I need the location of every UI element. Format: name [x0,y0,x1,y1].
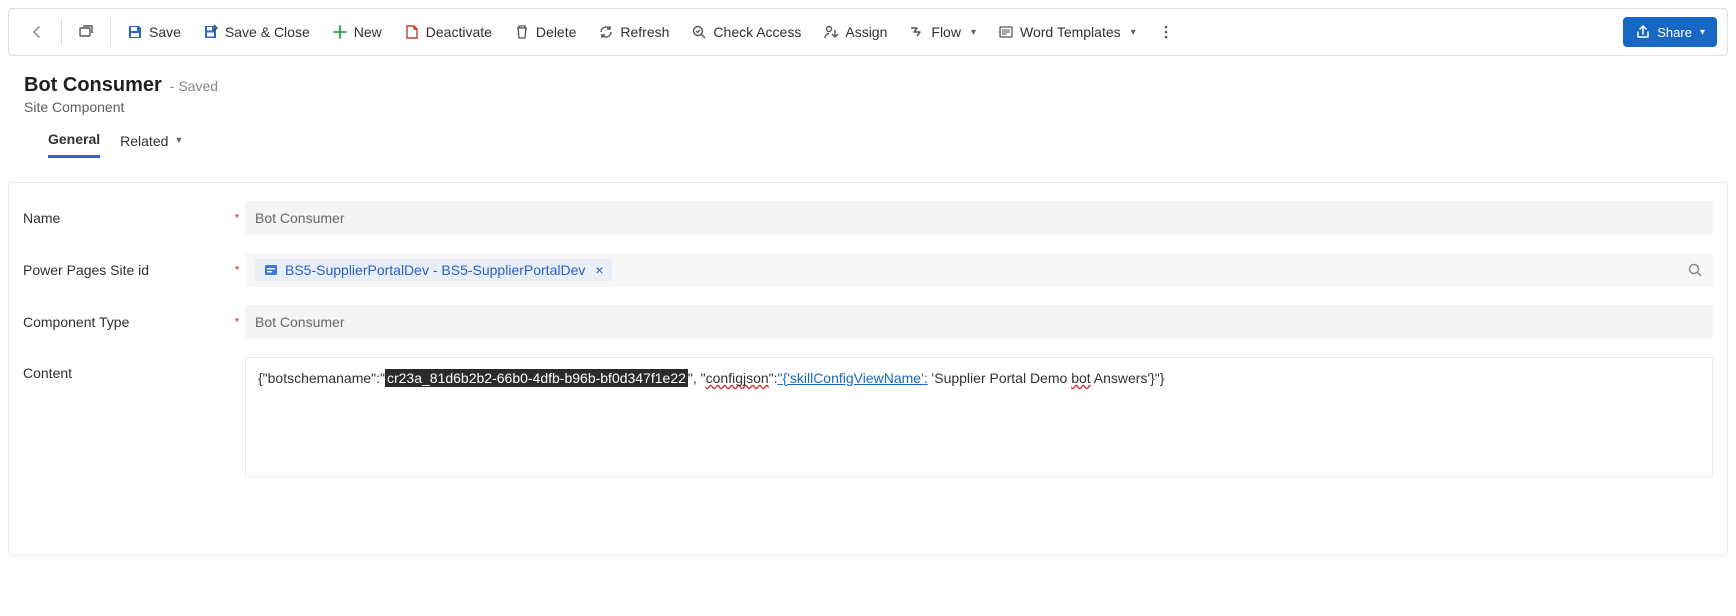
required-icon: * [229,263,245,277]
assign-button[interactable]: Assign [813,14,897,50]
save-close-button[interactable]: Save & Close [193,14,320,50]
content-mid1: ", " [688,370,706,386]
open-in-new-button[interactable] [68,14,104,50]
field-row-site: Power Pages Site id * BS5-SupplierPortal… [23,253,1713,287]
name-input[interactable]: Bot Consumer [245,201,1713,235]
save-button[interactable]: Save [117,14,191,50]
save-status: - Saved [170,78,218,94]
open-new-window-icon [78,24,94,40]
more-vertical-icon [1158,24,1174,40]
save-close-icon [203,24,219,40]
required-spacer [229,357,245,371]
lookup-chip[interactable]: BS5-SupplierPortalDev - BS5-SupplierPort… [255,259,612,281]
share-label: Share [1657,25,1692,40]
field-row-component-type: Component Type * Bot Consumer [23,305,1713,339]
check-access-button[interactable]: Check Access [681,14,811,50]
tab-related-label: Related [120,133,168,149]
check-access-icon [691,24,707,40]
save-label: Save [149,24,181,40]
component-type-value: Bot Consumer [255,314,344,330]
site-label: Power Pages Site id [23,262,149,278]
component-type-label: Component Type [23,314,129,330]
form: Name * Bot Consumer Power Pages Site id … [8,182,1728,556]
content-textarea[interactable]: {"botschemaname":"cr23a_81d6b2b2-66b0-4d… [245,357,1713,477]
chevron-down-icon: ▾ [1700,27,1705,38]
content-val2a: "{ [778,370,788,386]
field-row-name: Name * Bot Consumer [23,201,1713,235]
tab-general[interactable]: General [48,131,100,158]
flow-label: Flow [931,24,961,40]
content-mid2: ": [769,370,778,386]
entity-name: Site Component [24,99,1712,115]
refresh-icon [598,24,614,40]
content-suffix: Answers'}"} [1091,370,1165,386]
save-icon [127,24,143,40]
chevron-down-icon: ▾ [971,27,976,38]
share-icon [1635,24,1651,40]
word-templates-icon [998,24,1014,40]
new-button[interactable]: New [322,14,392,50]
refresh-button[interactable]: Refresh [588,14,679,50]
remove-lookup-icon[interactable]: × [591,262,603,278]
required-icon: * [229,211,245,225]
deactivate-icon [404,24,420,40]
page-title: Bot Consumer [24,74,162,97]
record-header: Bot Consumer - Saved Site Component Gene… [0,64,1736,158]
name-label: Name [23,210,60,226]
divider [110,19,111,45]
content-mid3: 'Supplier Portal Demo [928,370,1072,386]
site-lookup[interactable]: BS5-SupplierPortalDev - BS5-SupplierPort… [245,253,1713,287]
assign-icon [823,24,839,40]
name-value: Bot Consumer [255,210,344,226]
content-val2b: 'skillConfigViewName' [787,370,924,386]
chevron-down-icon: ▾ [1131,27,1136,38]
refresh-label: Refresh [620,24,669,40]
new-label: New [354,24,382,40]
divider [61,19,62,45]
back-button[interactable] [19,14,55,50]
lookup-chip-label: BS5-SupplierPortalDev - BS5-SupplierPort… [285,262,585,278]
tab-general-label: General [48,131,100,147]
search-icon[interactable] [1687,262,1703,278]
trash-icon [514,24,530,40]
tab-strip: General Related ▾ [24,115,1712,158]
field-row-content: Content {"botschemaname":"cr23a_81d6b2b2… [23,357,1713,477]
overflow-button[interactable] [1148,14,1184,50]
word-templates-button[interactable]: Word Templates ▾ [988,14,1146,50]
back-arrow-icon [29,24,45,40]
site-entity-icon [263,262,279,278]
content-label: Content [23,365,72,381]
save-close-label: Save & Close [225,24,310,40]
share-button[interactable]: Share ▾ [1623,17,1717,47]
required-icon: * [229,315,245,329]
content-bot-word: bot [1071,370,1090,386]
command-bar: Save Save & Close New Deactivate Delete … [8,8,1728,56]
chevron-down-icon: ▾ [176,135,181,146]
component-type-input[interactable]: Bot Consumer [245,305,1713,339]
content-prefix: {"botschemaname":" [258,370,385,386]
word-templates-label: Word Templates [1020,24,1121,40]
flow-icon [909,24,925,40]
check-access-label: Check Access [713,24,801,40]
flow-button[interactable]: Flow ▾ [899,14,986,50]
content-selected-guid: cr23a_81d6b2b2-66b0-4dfb-b96b-bf0d347f1e… [385,369,688,387]
delete-button[interactable]: Delete [504,14,586,50]
deactivate-label: Deactivate [426,24,492,40]
assign-label: Assign [845,24,887,40]
plus-icon [332,24,348,40]
content-key2: configjson [706,370,769,386]
delete-label: Delete [536,24,576,40]
deactivate-button[interactable]: Deactivate [394,14,502,50]
tab-related[interactable]: Related ▾ [120,131,181,158]
